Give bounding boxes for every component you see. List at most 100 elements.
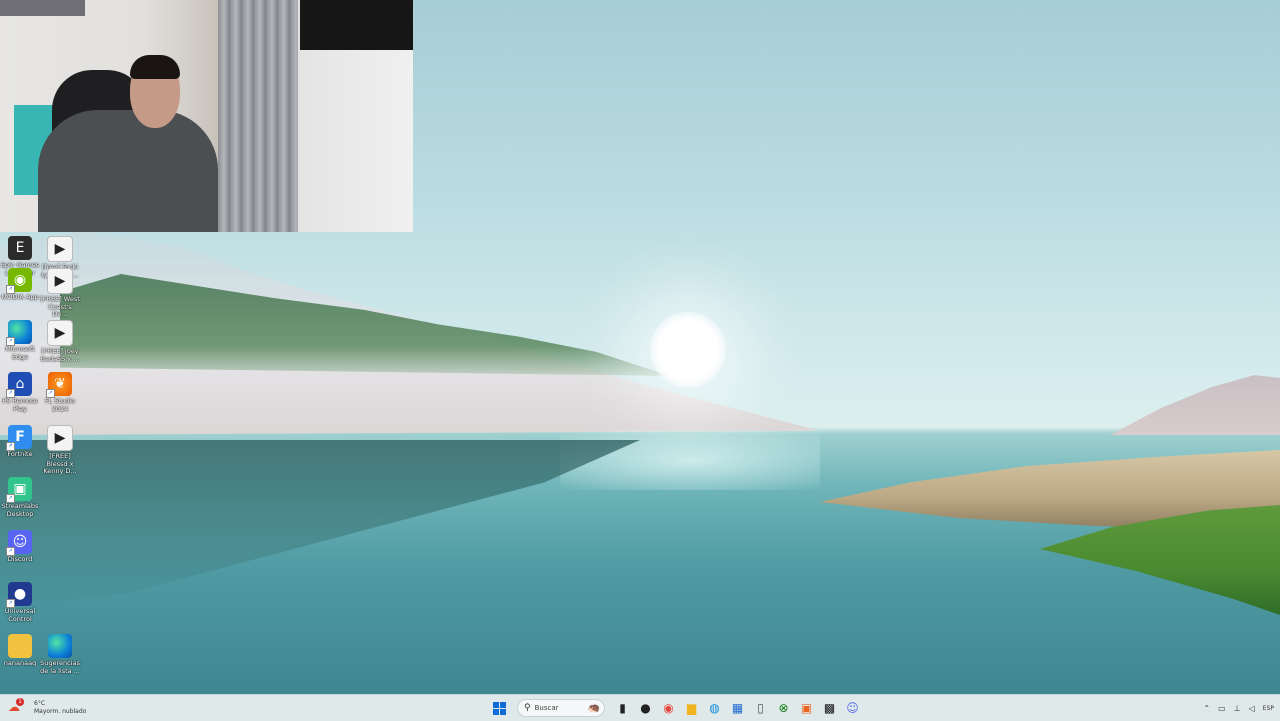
taskbar: ☁ 1 6°C Mayorm. nublado ⚲ Buscar 🦔 ▮ ● ◉… bbox=[0, 694, 1280, 721]
task-view-icon: ▮ bbox=[619, 701, 626, 715]
discord-icon: ☺ bbox=[846, 701, 859, 715]
notepad-icon: ▯ bbox=[757, 701, 764, 715]
icon-glyph: F bbox=[15, 429, 25, 445]
shortcut-arrow-icon: ↗ bbox=[6, 494, 15, 503]
webcam-person-hair bbox=[130, 55, 180, 79]
desktop-icon-discord[interactable]: ☺ ↗ Discord bbox=[0, 530, 40, 564]
system-tray: ⌃ ▭ ⊥ ◁ ESP bbox=[1203, 699, 1274, 717]
weather-text: 6°C Mayorm. nublado bbox=[34, 700, 86, 716]
desktop-icon-label: Universal Control bbox=[4, 607, 36, 623]
wallpaper-sun-glare bbox=[560, 430, 820, 490]
app-orange-icon: ▣ bbox=[800, 701, 813, 715]
desktop-icon-label: [FREE] West Coast's De... bbox=[40, 295, 80, 318]
weather-icon: ☁ 1 bbox=[8, 698, 24, 716]
discord-icon: ☺ ↗ bbox=[6, 530, 32, 556]
search-highlight-icon: 🦔 bbox=[587, 702, 600, 714]
wallpaper-mountain-right bbox=[1110, 375, 1280, 435]
icon-glyph: ▣ bbox=[13, 481, 27, 497]
webcam-curtain bbox=[218, 0, 298, 232]
desktop-icon-audio-4[interactable]: ▶ [FREE] Blessd x Kenny D... bbox=[40, 425, 80, 476]
edge-icon: ◍ bbox=[709, 701, 720, 715]
desktop-icon-label: Streamlabs Desktop bbox=[1, 502, 39, 518]
task-view-button[interactable]: ▮ bbox=[612, 697, 634, 719]
shortcut-arrow-icon: ↗ bbox=[6, 599, 15, 608]
microphone-icon[interactable]: ⊥ bbox=[1234, 704, 1241, 713]
desktop-icon-sugerencias[interactable]: Sugerencias de la lista ... bbox=[40, 634, 80, 675]
desktop-icon-label: Sugerencias de la lista ... bbox=[40, 659, 80, 675]
taskbar-chrome[interactable]: ◉ bbox=[658, 697, 680, 719]
weather-widget[interactable]: ☁ 1 6°C Mayorm. nublado bbox=[8, 698, 86, 718]
chevron-up-icon[interactable]: ⌃ bbox=[1203, 704, 1210, 713]
folder-icon: ▆ bbox=[686, 701, 697, 715]
audio-file-icon: ▶ bbox=[47, 236, 73, 262]
shortcut-arrow-icon: ↗ bbox=[46, 389, 55, 398]
wallpaper-forest bbox=[60, 274, 670, 376]
shortcut-arrow-icon: ↗ bbox=[6, 285, 15, 294]
taskbar-app-orange[interactable]: ▣ bbox=[796, 697, 818, 719]
desktop-icon-nvidia-app[interactable]: ◉ ↗ NVIDIA App bbox=[0, 268, 40, 302]
audio-file-icon: ▶ bbox=[47, 320, 73, 346]
ps-remote-play-icon: ⌂ ↗ bbox=[6, 372, 32, 398]
desktop-icon-folder[interactable]: nananaaq bbox=[0, 634, 40, 668]
taskbar-file-explorer[interactable]: ▆ bbox=[681, 697, 703, 719]
webcam-person-body bbox=[38, 110, 218, 232]
icon-glyph: ❦ bbox=[54, 376, 66, 392]
audio-file-icon: ▶ bbox=[47, 425, 73, 451]
desktop-icon-label: [FREE] Blessd x Kenny D... bbox=[43, 452, 77, 475]
taskbar-xbox[interactable]: ⊗ bbox=[773, 697, 795, 719]
desktop-icon-audio-2[interactable]: ▶ [FREE] West Coast's De... bbox=[40, 268, 80, 319]
desktop-icon-audio-3[interactable]: ▶ [FREE] Joey BadaSS x ... bbox=[40, 320, 80, 363]
chrome-icon: ◉ bbox=[663, 701, 674, 715]
taskbar-store[interactable]: ▦ bbox=[727, 697, 749, 719]
shortcut-arrow-icon: ↗ bbox=[6, 442, 15, 451]
webcam-overlay bbox=[0, 0, 413, 232]
taskbar-notepad[interactable]: ▯ bbox=[750, 697, 772, 719]
wallpaper-sun bbox=[650, 312, 726, 388]
epic-games-launcher-icon: E bbox=[8, 236, 32, 260]
taskbar-edge[interactable]: ◍ bbox=[704, 697, 726, 719]
shortcut-arrow-icon: ↗ bbox=[6, 337, 15, 346]
fortnite-icon: F ↗ bbox=[6, 425, 32, 451]
weather-condition: Mayorm. nublado bbox=[34, 708, 87, 715]
desktop-icon-fl-studio[interactable]: ❦ ↗ FL Studio 2024 bbox=[40, 372, 80, 413]
desktop-icon-label: PS Remote Play bbox=[2, 397, 38, 413]
folder-icon bbox=[8, 634, 32, 658]
desktop-icon-label: nananaaq bbox=[3, 659, 37, 667]
taskbar-obs[interactable]: ● bbox=[635, 697, 657, 719]
shortcut-arrow-icon: ↗ bbox=[6, 547, 15, 556]
taskbar-capcut[interactable]: ▩ bbox=[819, 697, 841, 719]
weather-temp: 6°C bbox=[34, 700, 46, 707]
audio-file-icon: ▶ bbox=[47, 268, 73, 294]
taskbar-search[interactable]: ⚲ Buscar 🦔 bbox=[517, 699, 605, 717]
desktop-icon-label: Microsoft Edge bbox=[5, 345, 35, 361]
desktop-icon-label: Discord bbox=[7, 555, 33, 563]
desktop-icon-streamlabs[interactable]: ▣ ↗ Streamlabs Desktop bbox=[0, 477, 40, 518]
webcam-shelf bbox=[0, 0, 85, 16]
start-button[interactable] bbox=[489, 697, 511, 719]
fl-studio-icon: ❦ ↗ bbox=[46, 372, 72, 398]
xbox-icon: ⊗ bbox=[778, 701, 789, 715]
desktop-icon-universal-control[interactable]: ● ↗ Universal Control bbox=[0, 582, 40, 623]
volume-icon[interactable]: ◁ bbox=[1249, 704, 1255, 713]
icon-glyph: ⌂ bbox=[15, 376, 25, 392]
search-icon: ⚲ bbox=[524, 703, 531, 713]
desktop-icon-label: FL Studio 2024 bbox=[44, 397, 76, 413]
windows-logo-icon bbox=[493, 701, 506, 715]
edge-icon: ↗ bbox=[6, 320, 32, 346]
nvidia-app-icon: ◉ ↗ bbox=[6, 268, 32, 294]
desktop-icon-label: [FREE] Joey BadaSS x ... bbox=[40, 347, 80, 363]
desktop-icon-ps-remote-play[interactable]: ⌂ ↗ PS Remote Play bbox=[0, 372, 40, 413]
webcam-monitor bbox=[300, 0, 413, 50]
desktop-icon-label: Fortnite bbox=[7, 450, 33, 458]
icon-glyph: ● bbox=[13, 586, 27, 602]
desktop-icon-edge[interactable]: ↗ Microsoft Edge bbox=[0, 320, 40, 361]
wallpaper-reflection bbox=[0, 440, 640, 610]
capcut-icon: ▩ bbox=[823, 701, 836, 715]
language-indicator[interactable]: ESP bbox=[1263, 705, 1274, 712]
desktop-icon-fortnite[interactable]: F ↗ Fortnite bbox=[0, 425, 40, 459]
desktop-icon-label: NVIDIA App bbox=[1, 293, 39, 301]
taskbar-discord[interactable]: ☺ bbox=[842, 697, 864, 719]
network-icon[interactable]: ▭ bbox=[1218, 704, 1226, 713]
shortcut-arrow-icon: ↗ bbox=[6, 389, 15, 398]
notification-badge: 1 bbox=[16, 698, 24, 706]
